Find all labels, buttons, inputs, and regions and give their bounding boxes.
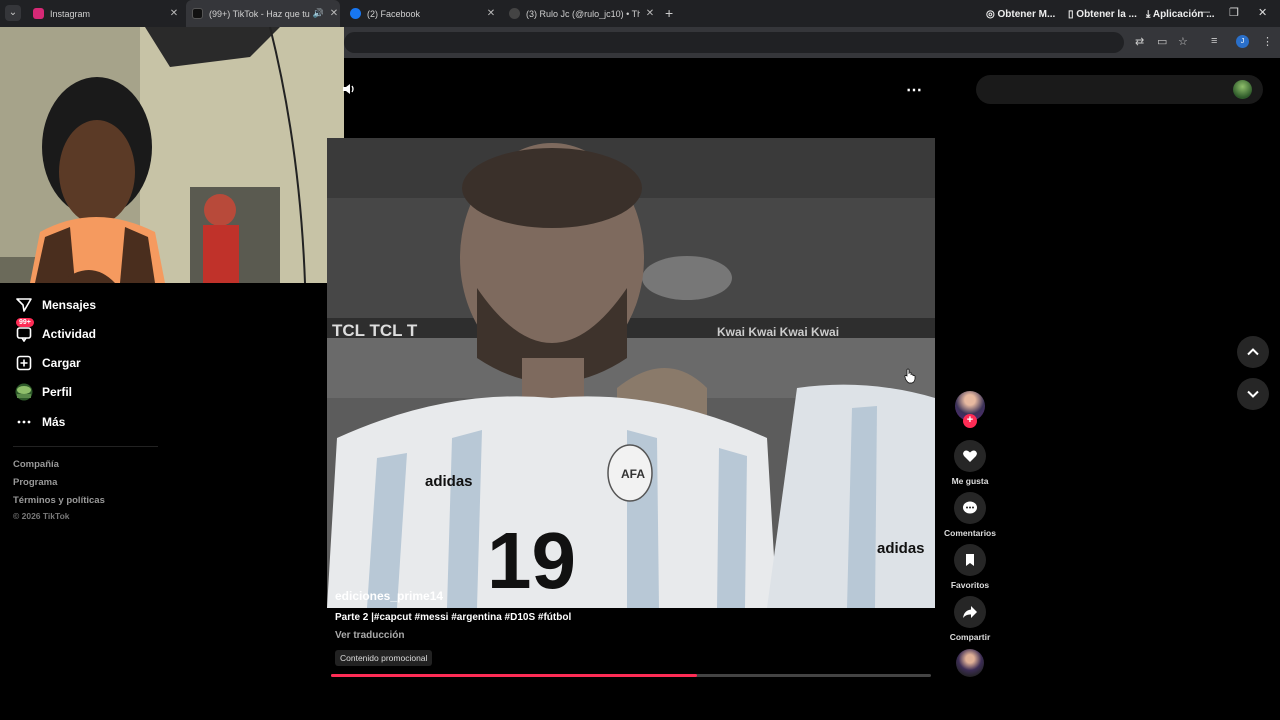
video-caption[interactable]: Parte 2 |#capcut #messi #argentina #D10S… bbox=[335, 612, 571, 623]
video-progress-fill bbox=[331, 674, 697, 677]
see-translation-link[interactable]: Ver traducción bbox=[335, 630, 404, 641]
favorites-label: Favoritos bbox=[950, 580, 990, 590]
sidebar-item-label: Más bbox=[42, 415, 66, 429]
profile-avatar-icon bbox=[14, 382, 34, 402]
heart-icon bbox=[954, 440, 986, 472]
like-label: Me gusta bbox=[951, 476, 989, 486]
like-button[interactable]: Me gusta bbox=[940, 440, 1000, 486]
tab-label: Instagram bbox=[50, 8, 91, 19]
tab-audio-icon[interactable]: 🔊 bbox=[313, 8, 324, 19]
comments-button[interactable]: Comentarios bbox=[940, 492, 1000, 538]
tab-label: (99+) TikTok - Haz que tu día bbox=[209, 8, 310, 19]
video-frame-image: TCL TCL T Kwai Kwai Kwai Kwai AFA adidas… bbox=[327, 138, 935, 608]
download-icon: ⤓ bbox=[1146, 9, 1151, 20]
share-button[interactable]: Compartir bbox=[940, 596, 1000, 642]
follow-plus-icon[interactable]: + bbox=[963, 414, 977, 428]
footer-link-compania[interactable]: Compañía bbox=[13, 459, 59, 470]
music-disc-icon[interactable] bbox=[956, 649, 984, 677]
share-label: Compartir bbox=[949, 632, 991, 642]
webcam-image bbox=[0, 27, 344, 283]
tab-close-icon[interactable]: ✕ bbox=[168, 8, 180, 19]
close-window-icon[interactable]: ✕ bbox=[1258, 6, 1267, 19]
svg-text:19: 19 bbox=[487, 516, 576, 605]
download-app-button[interactable]: ⤓ Aplicación ... bbox=[1146, 9, 1215, 20]
svg-text:adidas: adidas bbox=[425, 473, 473, 490]
sidebar-item-cargar[interactable]: Cargar bbox=[14, 353, 81, 373]
sidebar-item-label: Actividad bbox=[42, 327, 97, 341]
profile-avatar-icon[interactable]: J bbox=[1236, 35, 1249, 48]
footer-link-terminos[interactable]: Términos y políticas bbox=[13, 495, 105, 506]
cast-icon[interactable]: ▭ bbox=[1157, 35, 1167, 48]
restore-icon[interactable]: ❐ bbox=[1229, 6, 1239, 19]
mouse-cursor-icon bbox=[904, 368, 916, 389]
activity-badge: 99+ bbox=[16, 318, 34, 327]
bookmark-star-icon[interactable]: ☆ bbox=[1178, 35, 1188, 48]
threads-favicon-icon bbox=[509, 8, 520, 19]
user-avatar[interactable] bbox=[1233, 80, 1252, 99]
more-icon bbox=[14, 412, 34, 432]
volume-icon[interactable] bbox=[342, 82, 356, 101]
top-actions-bar bbox=[976, 75, 1263, 104]
chevron-down-icon bbox=[1247, 390, 1259, 398]
comments-label: Comentarios bbox=[944, 528, 996, 538]
facebook-favicon-icon bbox=[350, 8, 361, 19]
svg-text:Kwai Kwai Kwai Kwai: Kwai Kwai Kwai Kwai bbox=[717, 325, 839, 339]
tab-tiktok[interactable]: (99+) TikTok - Haz que tu día 🔊 ✕ bbox=[186, 0, 340, 27]
sidebar-item-label: Mensajes bbox=[42, 298, 97, 312]
sidebar-item-label: Perfil bbox=[42, 385, 73, 399]
tab-search-chevron-icon[interactable]: ⌄ bbox=[5, 5, 21, 21]
favorites-button[interactable]: Favoritos bbox=[940, 544, 1000, 590]
previous-video-button[interactable] bbox=[1237, 336, 1269, 368]
phone-icon: ▯ bbox=[1068, 9, 1074, 20]
sidebar-item-label: Cargar bbox=[42, 356, 81, 370]
address-bar[interactable] bbox=[344, 32, 1124, 53]
tab-facebook[interactable]: (2) Facebook ✕ bbox=[345, 0, 497, 27]
video-player[interactable]: TCL TCL T Kwai Kwai Kwai Kwai AFA adidas… bbox=[327, 138, 935, 608]
translate-icon[interactable]: ⇄ bbox=[1135, 35, 1144, 48]
activity-icon: 99+ bbox=[14, 318, 34, 344]
svg-text:AFA: AFA bbox=[621, 467, 645, 481]
sidebar-item-mensajes[interactable]: Mensajes bbox=[14, 295, 96, 315]
tab-close-icon[interactable]: ✕ bbox=[328, 8, 340, 19]
chrome-menu-icon[interactable]: ⋮ bbox=[1262, 35, 1273, 48]
svg-text:adidas: adidas bbox=[877, 540, 925, 557]
tab-instagram[interactable]: Instagram ✕ bbox=[28, 0, 180, 27]
get-coins-label: Obtener M... bbox=[997, 9, 1056, 20]
get-app-label: Obtener la ... bbox=[1076, 9, 1137, 20]
get-app-button[interactable]: ▯ Obtener la ... bbox=[1068, 9, 1137, 20]
download-app-label: Aplicación ... bbox=[1152, 9, 1215, 20]
tiktok-favicon-icon bbox=[192, 8, 203, 19]
coin-icon: ◎ bbox=[986, 9, 995, 20]
media-controls-icon[interactable]: ≡ bbox=[1211, 35, 1217, 47]
sidebar-divider bbox=[13, 446, 158, 447]
tab-label: (3) Rulo Jc (@rulo_jc10) • Threads bbox=[526, 8, 640, 19]
sidebar-item-perfil[interactable]: Perfil bbox=[14, 382, 72, 402]
share-arrow-icon bbox=[954, 596, 986, 628]
comment-icon bbox=[954, 492, 986, 524]
tab-threads[interactable]: (3) Rulo Jc (@rulo_jc10) • Threads ✕ bbox=[504, 0, 656, 27]
svg-text:TCL TCL T: TCL TCL T bbox=[332, 321, 418, 340]
copyright-text: © 2026 TikTok bbox=[13, 511, 70, 521]
tab-close-icon[interactable]: ✕ bbox=[485, 8, 497, 19]
promo-label: Contenido promocional bbox=[335, 650, 433, 666]
more-options-icon[interactable]: ⋯ bbox=[906, 80, 923, 100]
footer-link-programa[interactable]: Programa bbox=[13, 477, 57, 488]
video-author[interactable]: ediciones_prime14 bbox=[335, 589, 443, 603]
sidebar-item-actividad[interactable]: 99+ Actividad bbox=[14, 318, 97, 344]
next-video-button[interactable] bbox=[1237, 378, 1269, 410]
get-coins-button[interactable]: ◎ Obtener M... bbox=[986, 9, 1055, 20]
messages-icon bbox=[14, 295, 34, 315]
webcam-overlay bbox=[0, 27, 344, 283]
upload-icon bbox=[14, 353, 34, 373]
bookmark-icon bbox=[954, 544, 986, 576]
video-progress-bar[interactable] bbox=[331, 674, 931, 677]
tab-close-icon[interactable]: ✕ bbox=[644, 8, 656, 19]
chevron-up-icon bbox=[1247, 348, 1259, 356]
instagram-favicon-icon bbox=[33, 8, 44, 19]
new-tab-button[interactable]: + bbox=[665, 5, 673, 21]
tab-label: (2) Facebook bbox=[367, 8, 421, 19]
sidebar-item-mas[interactable]: Más bbox=[14, 412, 65, 432]
